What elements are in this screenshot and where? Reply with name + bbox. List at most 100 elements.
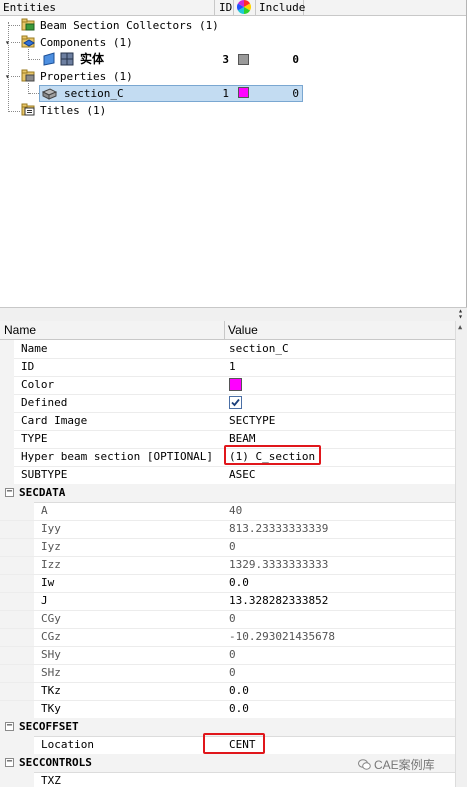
column-header-entities[interactable]: Entities	[0, 0, 215, 15]
entity-browser-header: Entities ID Include	[0, 0, 466, 16]
collapse-icon[interactable]: −	[5, 487, 14, 497]
property-value[interactable]: 1329.3333333333	[229, 556, 328, 574]
property-row-a[interactable]: A 40	[0, 502, 455, 521]
tree-connector	[29, 59, 40, 60]
entity-color-swatch[interactable]	[238, 54, 249, 65]
tree-item-label: Properties (1)	[40, 70, 133, 83]
tree-item-section-c[interactable]: section_C 1 0	[0, 85, 466, 102]
property-row-shy[interactable]: SHy 0	[0, 646, 455, 665]
tree-item-label: Titles (1)	[40, 104, 107, 117]
property-name: SHz	[41, 666, 61, 679]
property-name: Name	[21, 342, 48, 355]
property-value[interactable]: 0.0	[229, 574, 249, 592]
color-swatch[interactable]	[229, 378, 242, 391]
property-value[interactable]: 1	[229, 358, 236, 376]
scroll-up-arrow-icon[interactable]: ▲	[458, 323, 462, 331]
column-header-include[interactable]: Include	[256, 0, 305, 15]
tree-item-beam-section-collectors[interactable]: Beam Section Collectors (1)	[0, 17, 466, 34]
property-row-color[interactable]: Color	[0, 376, 455, 395]
property-name: Defined	[21, 396, 68, 409]
row-indent	[0, 448, 14, 466]
property-row-cgz[interactable]: CGz -10.293021435678	[0, 628, 455, 647]
property-name: Iyz	[41, 540, 61, 553]
property-panel: Name Value Name section_C ID 1 Color Def…	[0, 321, 467, 787]
property-value[interactable]: 40	[229, 502, 242, 520]
group-label: SECCONTROLS	[19, 756, 92, 769]
property-row-shz[interactable]: SHz 0	[0, 664, 455, 683]
property-value[interactable]: 813.23333333339	[229, 520, 328, 538]
property-folder-icon	[21, 69, 35, 82]
property-value[interactable]: 0	[229, 538, 236, 556]
property-row-j[interactable]: J 13.328282333852	[0, 592, 455, 611]
tree-connector	[11, 42, 20, 43]
row-indent	[0, 412, 14, 430]
property-row-txz[interactable]: TXZ	[0, 772, 455, 787]
tree-connector	[9, 111, 20, 112]
property-name: Color	[21, 378, 55, 391]
entity-include: 0	[292, 87, 299, 100]
watermark-text: CAE案例库	[374, 758, 435, 772]
tree-connector	[29, 93, 39, 94]
property-value[interactable]: -10.293021435678	[229, 628, 335, 646]
property-name: Iw	[41, 576, 55, 589]
defined-checkbox[interactable]	[229, 396, 242, 409]
property-scrollbar[interactable]: ▲	[455, 321, 467, 787]
tree-item-properties[interactable]: ▾ Properties (1)	[0, 68, 466, 85]
property-value[interactable]: 0.0	[229, 682, 249, 700]
property-value[interactable]: 13.328282333852	[229, 592, 328, 610]
collapse-icon[interactable]: −	[5, 757, 14, 767]
property-row-tky[interactable]: TKy 0.0	[0, 700, 455, 719]
column-header-value[interactable]: Value	[228, 321, 258, 339]
column-header-id[interactable]: ID	[215, 0, 234, 15]
property-name: SUBTYPE	[21, 468, 68, 481]
component-folder-icon	[21, 35, 35, 48]
property-row-iyy[interactable]: Iyy 813.23333333339	[0, 520, 455, 539]
column-header-color[interactable]	[234, 0, 256, 15]
column-divider[interactable]	[224, 321, 225, 339]
property-value[interactable]: ASEC	[229, 466, 256, 484]
tree-item-titles[interactable]: Titles (1)	[0, 102, 466, 119]
property-name: Izz	[41, 558, 61, 571]
property-name: CGy	[41, 612, 61, 625]
tree-item-label: Beam Section Collectors (1)	[40, 19, 219, 32]
collapse-icon[interactable]: ▾	[5, 39, 11, 47]
column-header-name[interactable]: Name	[4, 321, 36, 339]
tree-item-label: 实体	[80, 52, 105, 66]
entity-include: 0	[292, 53, 299, 66]
splitter-arrows-icon[interactable]: ▴ ▾	[458, 307, 463, 321]
property-name: TKz	[41, 684, 61, 697]
property-row-defined[interactable]: Defined	[0, 394, 455, 413]
collapse-icon[interactable]: ▾	[5, 73, 11, 81]
property-row-izz[interactable]: Izz 1329.3333333333	[0, 556, 455, 575]
highlight-box-hyper-beam-section	[224, 445, 321, 465]
entity-browser: Entities ID Include Beam Section Collect…	[0, 0, 467, 307]
property-value[interactable]: 0	[229, 610, 236, 628]
property-value[interactable]: 0	[229, 646, 236, 664]
panel-splitter[interactable]: ▴ ▾	[0, 307, 467, 322]
property-row-card-image[interactable]: Card Image SECTYPE	[0, 412, 455, 431]
property-row-subtype[interactable]: SUBTYPE ASEC	[0, 466, 455, 485]
property-row-cgy[interactable]: CGy 0	[0, 610, 455, 629]
property-row-id[interactable]: ID 1	[0, 358, 455, 377]
tree-item-component-solid[interactable]: 实体 3 0	[0, 51, 466, 68]
entity-color-swatch[interactable]	[238, 87, 249, 98]
collapse-icon[interactable]: −	[5, 721, 14, 731]
tree-item-label: Components (1)	[40, 36, 133, 49]
highlight-box-location	[203, 733, 265, 754]
property-row-tkz[interactable]: TKz 0.0	[0, 682, 455, 701]
property-value[interactable]: 0	[229, 664, 236, 682]
group-secdata[interactable]: − SECDATA	[0, 484, 455, 503]
property-panel-header: Name Value	[0, 321, 455, 340]
property-value[interactable]: SECTYPE	[229, 412, 275, 430]
property-name: TXZ	[41, 774, 61, 787]
property-value[interactable]: section_C	[229, 340, 289, 358]
property-row-name[interactable]: Name section_C	[0, 340, 455, 359]
property-row-iw[interactable]: Iw 0.0	[0, 574, 455, 593]
property-value[interactable]: 0.0	[229, 700, 249, 718]
property-name: ID	[21, 360, 35, 373]
tree-item-components[interactable]: ▾ Components (1)	[0, 34, 466, 51]
property-row-iyz[interactable]: Iyz 0	[0, 538, 455, 557]
tree-item-label: section_C	[64, 87, 124, 100]
row-indent	[0, 466, 14, 484]
property-name: Card Image	[21, 414, 88, 427]
